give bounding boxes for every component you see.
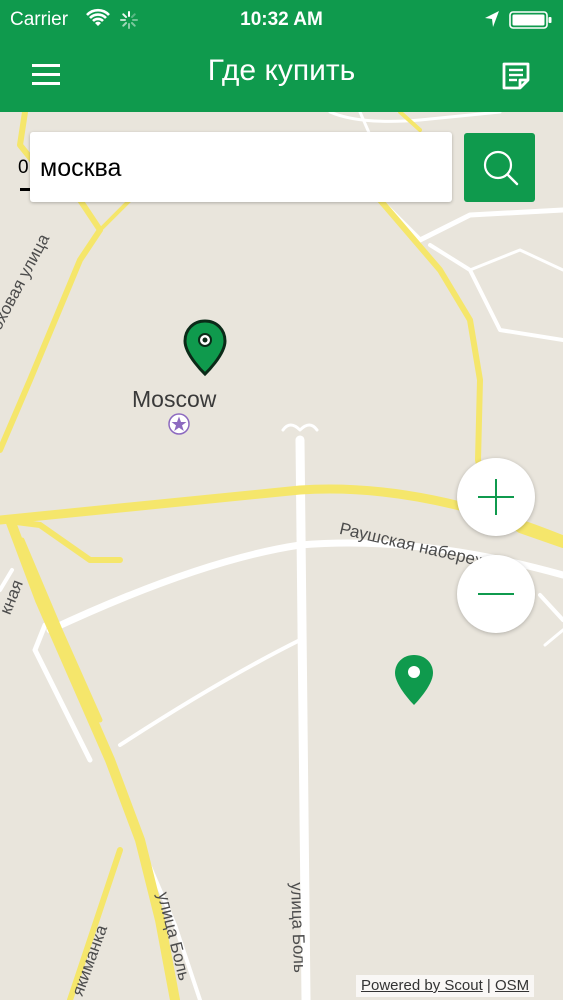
search-input[interactable]: москва: [30, 132, 452, 202]
street-label-bolshaya-2: улица Боль: [287, 882, 310, 974]
search-button[interactable]: [464, 133, 535, 202]
osm-link[interactable]: OSM: [495, 977, 529, 994]
map-scale-label: 0: [18, 157, 29, 178]
plus-icon: [478, 479, 514, 515]
document-list-icon[interactable]: [498, 58, 536, 94]
pin-icon-location[interactable]: [393, 653, 435, 714]
status-bar: Carrier 10:32 AM: [0, 0, 563, 40]
battery-icon: [509, 11, 553, 34]
page-title: Где купить: [207, 54, 356, 87]
attribution-separator: |: [482, 977, 495, 994]
city-label-moscow: Moscow: [132, 386, 217, 412]
powered-by-scout-link[interactable]: Powered by Scout: [361, 977, 483, 994]
capital-star-icon: [168, 413, 190, 440]
clock: 10:32 AM: [240, 9, 323, 30]
minus-icon: [478, 593, 514, 595]
nav-bar: Где купить: [0, 40, 563, 112]
search-icon: [483, 150, 519, 186]
pin-icon-moscow[interactable]: [181, 318, 229, 383]
search-input-value: москва: [40, 154, 122, 182]
zoom-in-button[interactable]: [457, 458, 535, 536]
map-attribution: Powered by Scout | OSM: [356, 975, 535, 997]
zoom-out-button[interactable]: [457, 555, 535, 633]
map-scale-bar: [20, 188, 30, 191]
location-arrow-icon: [484, 10, 500, 33]
